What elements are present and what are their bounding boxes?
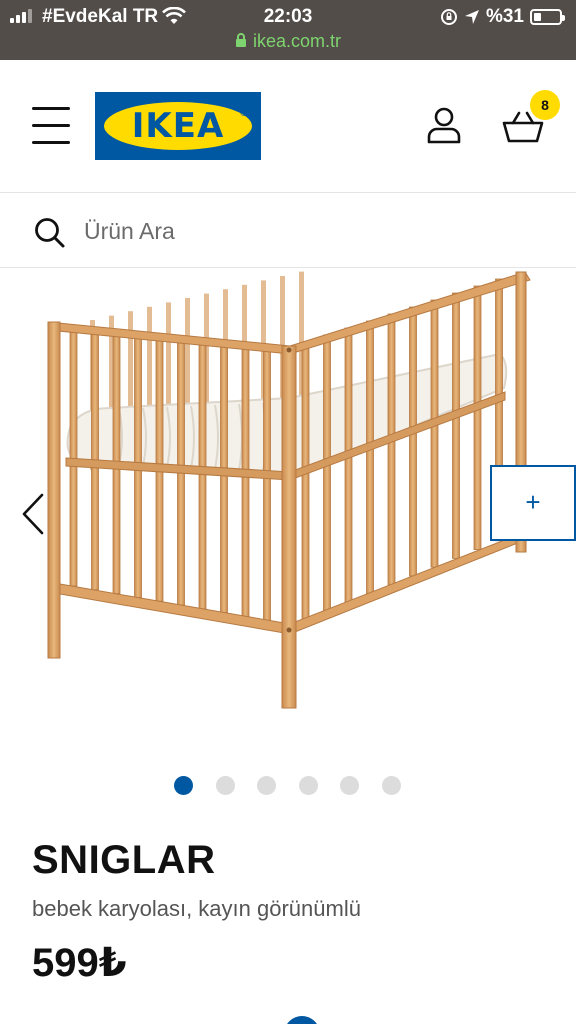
url-text: ikea.com.tr bbox=[252, 31, 342, 51]
carousel-dot[interactable] bbox=[298, 776, 318, 795]
site-header: IKEA ® 8 bbox=[0, 60, 576, 192]
status-bar: #EvdeKal TR 22:03 %31 ikea.com.tr bbox=[0, 0, 576, 60]
carousel-dot[interactable] bbox=[257, 776, 276, 795]
carousel-dot[interactable] bbox=[340, 776, 359, 795]
floating-action-button[interactable] bbox=[284, 1016, 320, 1024]
carousel-dot[interactable] bbox=[215, 776, 235, 795]
search-bar bbox=[0, 192, 576, 268]
carousel-indicator bbox=[0, 776, 576, 796]
user-icon[interactable] bbox=[426, 106, 462, 144]
product-description: bebek karyolası, kayın görünümlü bbox=[32, 896, 361, 921]
orientation-lock-icon bbox=[440, 9, 457, 25]
previous-image-arrow-icon[interactable] bbox=[18, 492, 48, 536]
zoom-button[interactable]: + bbox=[490, 465, 576, 541]
product-name: SNIGLAR bbox=[32, 838, 216, 882]
battery-icon bbox=[530, 9, 565, 25]
product-price: 599₺ bbox=[32, 941, 127, 985]
carousel-dot[interactable] bbox=[174, 776, 193, 795]
carousel-dot[interactable] bbox=[381, 776, 401, 795]
battery-percentage: %31 bbox=[485, 6, 524, 27]
location-icon bbox=[464, 10, 479, 24]
search-input[interactable] bbox=[84, 211, 524, 251]
logo-text: IKEA bbox=[131, 106, 225, 146]
search-icon[interactable] bbox=[34, 217, 66, 249]
ikea-logo[interactable]: IKEA ® bbox=[95, 92, 261, 160]
address-bar[interactable]: ikea.com.tr bbox=[0, 31, 576, 52]
lock-icon bbox=[235, 33, 246, 47]
cart-count-badge: 8 bbox=[530, 90, 560, 120]
menu-icon[interactable] bbox=[32, 107, 70, 147]
